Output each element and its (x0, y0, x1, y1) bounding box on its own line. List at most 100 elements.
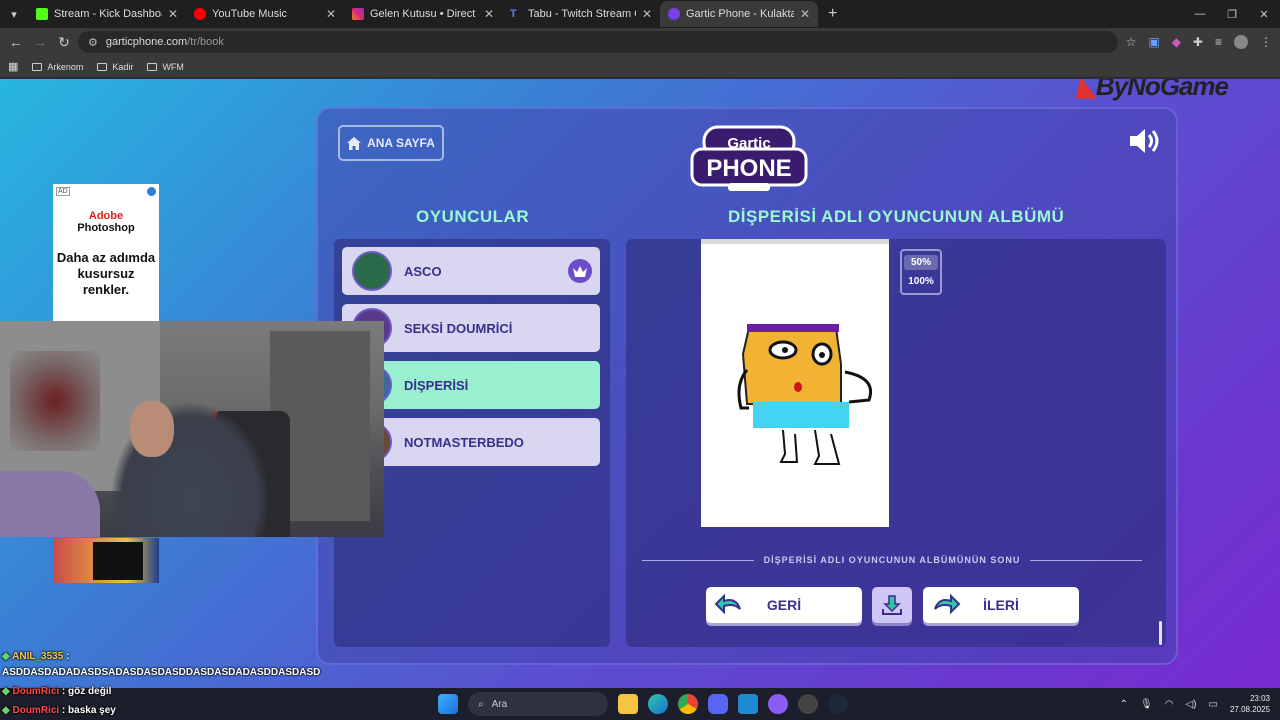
home-label: ANA SAYFA (367, 136, 435, 150)
home-button[interactable]: ANA SAYFA (338, 125, 444, 161)
close-icon[interactable]: ✕ (168, 7, 178, 21)
players-heading: OYUNCULAR (416, 207, 530, 226)
speaker-icon[interactable] (1128, 127, 1162, 155)
player-row-asco[interactable]: ASCO (342, 247, 600, 295)
close-icon[interactable]: ✕ (326, 7, 336, 21)
apps-icon[interactable]: ▦ (8, 60, 18, 73)
wifi-icon[interactable]: ◠ (1165, 699, 1174, 710)
chat-badge-icon: ◆ (2, 651, 10, 662)
bookmark-star-icon[interactable]: ☆ (1126, 35, 1137, 49)
chat-badge-icon: ◆ (2, 705, 10, 716)
windows-start-icon[interactable] (438, 694, 458, 714)
battery-icon[interactable]: ▭ (1209, 699, 1218, 710)
edge-icon[interactable] (648, 694, 668, 714)
webcam-blanket (0, 471, 100, 537)
media-control-icon[interactable]: ≡ (1215, 35, 1222, 49)
ad-info-icon[interactable] (147, 187, 156, 196)
forward-icon[interactable]: → (28, 34, 52, 50)
chat-username: ANIL_3535 (12, 651, 64, 662)
chat-username: DoumRici (12, 705, 60, 716)
tab-title: Gelen Kutusu • Direct (370, 8, 476, 20)
tab-gartic-phone[interactable]: Gartic Phone - Kulaktan Kulağa ✕ (660, 1, 818, 27)
bookmark-folder[interactable]: WFM (147, 62, 184, 72)
ad-brand-photoshop: Photoshop (77, 222, 135, 234)
vscode-icon[interactable] (738, 694, 758, 714)
obs-icon[interactable] (798, 694, 818, 714)
player-name: DİŞPERİSİ (404, 377, 469, 393)
clock-date: 27.08.2025 (1229, 705, 1270, 714)
address-bar[interactable]: ⚙ garticphone.com/tr/book (78, 31, 1118, 53)
minimize-icon[interactable]: — (1184, 8, 1216, 20)
taskbar-apps: ⌕ Ara (438, 688, 848, 720)
sponsor-name: ByNoGame (1095, 79, 1229, 101)
chat-username: DoumRici (12, 686, 60, 697)
file-explorer-icon[interactable] (618, 694, 638, 714)
chat-text: göz değil (68, 686, 112, 697)
tab-title: Stream - Kick Dashboard (54, 8, 162, 20)
gartic-phone-logo: Gartic PHONE (690, 125, 808, 191)
ad-badge: AD (56, 187, 70, 196)
profile-avatar[interactable] (1234, 35, 1248, 49)
close-icon[interactable]: ✕ (642, 7, 652, 21)
chat-message-text: ASDDASDADADASDSADASDASDASDDASDASDADASDDA… (2, 667, 422, 678)
chat-message: ◆ DoumRici : baska şey (2, 705, 422, 716)
tab-kick[interactable]: Stream - Kick Dashboard ✕ (28, 1, 186, 27)
chat-separator: : (59, 686, 69, 697)
chat-message: ◆ DoumRici : göz değil (2, 686, 422, 697)
album-panel: 50% 100% DİŞPERİSİ ADLI OYUNCUNUN ALBÜMÜ… (626, 239, 1166, 647)
bookmark-label: Arkenom (47, 61, 84, 72)
reload-icon[interactable]: ↻ (52, 34, 76, 51)
back-icon[interactable]: ← (4, 34, 28, 50)
close-icon[interactable]: ✕ (800, 7, 810, 21)
restore-icon[interactable]: ❐ (1216, 8, 1248, 21)
tab-instagram[interactable]: Gelen Kutusu • Direct ✕ (344, 1, 502, 27)
discord-icon[interactable] (708, 694, 728, 714)
kick-icon (36, 8, 48, 20)
player-name: NOTMASTERBEDO (404, 434, 524, 450)
photoshop-ad[interactable]: AD Adobe Photoshop Daha az adımda kusurs… (53, 184, 159, 322)
tabu-icon: T (510, 8, 517, 20)
chat-text: baska şey (68, 705, 116, 716)
translate-icon[interactable]: ▣ (1148, 35, 1159, 49)
back-label: GERİ (766, 597, 802, 613)
tab-title: YouTube Music (212, 8, 288, 20)
next-button[interactable]: İLERİ (923, 587, 1079, 623)
logo-bottom-text: PHONE (706, 155, 791, 182)
chrome-icon[interactable] (678, 694, 698, 714)
tray-expand-icon[interactable]: ⌃ (1120, 699, 1128, 710)
tab-search-icon[interactable]: ▾ (0, 0, 28, 28)
back-button[interactable]: GERİ (706, 587, 862, 623)
bookmark-folder[interactable]: Kadir (97, 62, 133, 72)
steam-icon[interactable] (828, 694, 848, 714)
zoom-option-100[interactable]: 100% (904, 274, 938, 289)
tab-tabu[interactable]: T Tabu - Twitch Stream Games ✕ (502, 1, 660, 27)
scrollbar-thumb[interactable] (1159, 621, 1162, 645)
volume-icon[interactable]: ◁) (1185, 699, 1196, 710)
extension-icon[interactable]: ◆ (1172, 35, 1181, 49)
browser-tab-bar: ▾ Stream - Kick Dashboard ✕ YouTube Musi… (0, 0, 1280, 28)
tab-title: Gartic Phone - Kulaktan Kulağa (686, 8, 794, 20)
close-window-icon[interactable]: ✕ (1248, 8, 1280, 21)
extensions-puzzle-icon[interactable]: ✚ (1193, 35, 1203, 49)
window-controls: — ❐ ✕ (1184, 0, 1280, 28)
chat-separator: : (59, 705, 69, 716)
github-icon[interactable] (768, 694, 788, 714)
chat-separator: : (63, 651, 70, 662)
site-info-icon[interactable]: ⚙ (88, 36, 98, 49)
download-button[interactable] (872, 587, 912, 623)
tab-youtube-music[interactable]: YouTube Music ✕ (186, 1, 344, 27)
page-viewport: ◣ByNoGame ANA SAYFA Gartic PHONE OYUNCUL… (0, 79, 1280, 688)
taskbar-search[interactable]: ⌕ Ara (468, 692, 608, 716)
new-tab-button[interactable]: + (818, 5, 847, 23)
taskbar-clock[interactable]: 23:03 27.08.2025 (1230, 693, 1270, 715)
zoom-selector: 50% 100% (900, 249, 942, 295)
zoom-option-50[interactable]: 50% (904, 255, 938, 270)
bookmark-folder[interactable]: Arkenom (32, 62, 83, 72)
sponsor-logo: ◣ByNoGame (1077, 79, 1229, 102)
microphone-icon[interactable]: 🎙 (1140, 699, 1153, 710)
close-icon[interactable]: ✕ (484, 7, 494, 21)
album-end-label: DİŞPERİSİ ADLI OYUNCUNUN ALBÜMÜNÜN SONU (763, 555, 1021, 565)
thumbnail-graphic (93, 542, 143, 580)
search-icon: ⌕ (478, 698, 484, 710)
menu-icon[interactable]: ⋮ (1260, 35, 1272, 49)
